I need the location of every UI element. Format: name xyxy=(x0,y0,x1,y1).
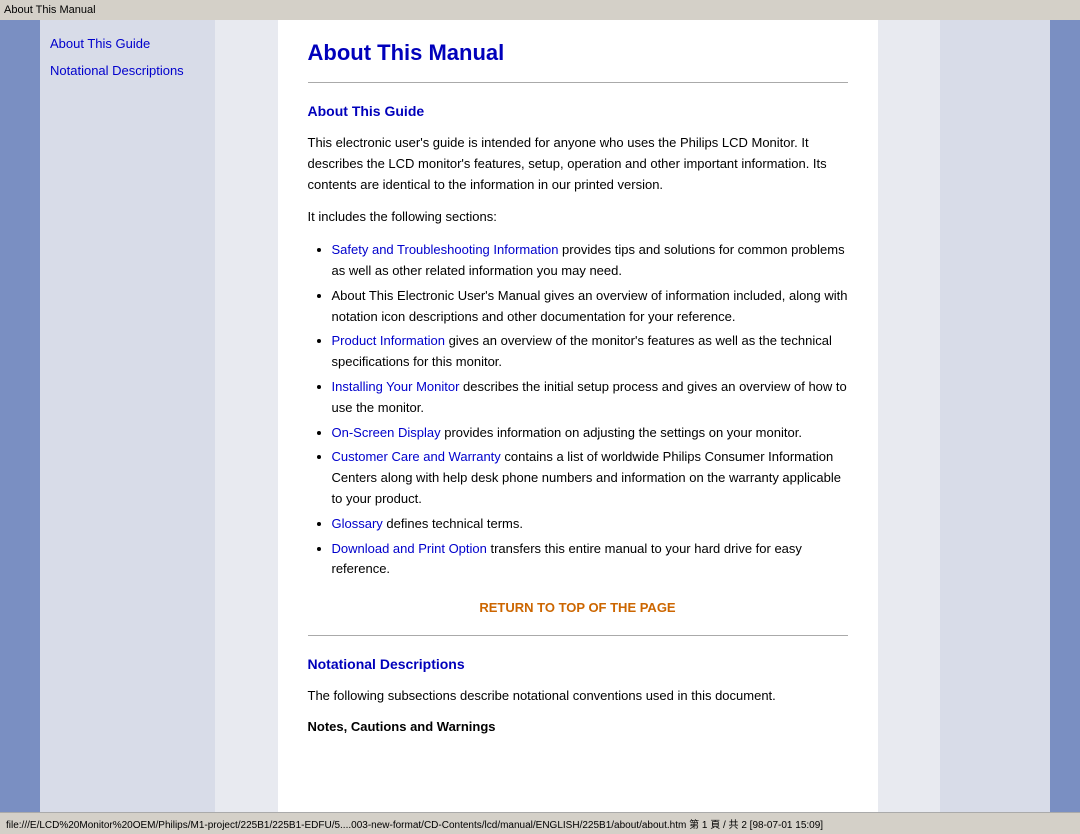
sidebar-item-notational[interactable]: Notational Descriptions xyxy=(50,63,205,78)
content-list: Safety and Troubleshooting Information p… xyxy=(308,240,848,580)
about-guide-heading: About This Guide xyxy=(308,103,848,119)
link-safety[interactable]: Safety and Troubleshooting Information xyxy=(332,242,559,257)
list-item-text-4: provides information on adjusting the se… xyxy=(441,425,802,440)
list-item: About This Electronic User's Manual give… xyxy=(332,286,848,328)
list-item: Installing Your Monitor describes the in… xyxy=(332,377,848,419)
list-item: Glossary defines technical terms. xyxy=(332,514,848,535)
list-item: Product Information gives an overview of… xyxy=(332,331,848,373)
about-guide-para2: It includes the following sections: xyxy=(308,207,848,228)
left-accent-bar xyxy=(0,20,40,812)
link-installing[interactable]: Installing Your Monitor xyxy=(332,379,460,394)
list-item: Customer Care and Warranty contains a li… xyxy=(332,447,848,509)
right-accent2-bar xyxy=(1050,20,1080,812)
bottom-divider xyxy=(308,635,848,636)
top-divider xyxy=(308,82,848,83)
sidebar: About This Guide Notational Descriptions xyxy=(40,20,215,812)
link-download-print[interactable]: Download and Print Option xyxy=(332,541,487,556)
list-item-text-6: defines technical terms. xyxy=(383,516,523,531)
about-guide-para1: This electronic user's guide is intended… xyxy=(308,133,848,195)
notational-heading: Notational Descriptions xyxy=(308,656,848,672)
list-item: Download and Print Option transfers this… xyxy=(332,539,848,581)
right-accent1-bar xyxy=(940,20,1050,812)
notational-para: The following subsections describe notat… xyxy=(308,686,848,707)
content-inner: About This Manual About This Guide This … xyxy=(278,20,878,812)
status-bar: file:///E/LCD%20Monitor%20OEM/Philips/M1… xyxy=(0,812,1080,834)
link-product[interactable]: Product Information xyxy=(332,333,445,348)
link-osd[interactable]: On-Screen Display xyxy=(332,425,441,440)
title-bar: About This Manual xyxy=(0,0,1080,20)
content-area: About This Manual About This Guide This … xyxy=(215,20,940,812)
notes-subheading: Notes, Cautions and Warnings xyxy=(308,719,848,734)
title-bar-text: About This Manual xyxy=(4,4,96,16)
main-layout: About This Guide Notational Descriptions… xyxy=(0,20,1080,812)
link-customer-care[interactable]: Customer Care and Warranty xyxy=(332,449,501,464)
list-item-text-1: About This Electronic User's Manual give… xyxy=(332,288,848,324)
list-item: On-Screen Display provides information o… xyxy=(332,423,848,444)
list-item: Safety and Troubleshooting Information p… xyxy=(332,240,848,282)
status-bar-text: file:///E/LCD%20Monitor%20OEM/Philips/M1… xyxy=(6,816,823,831)
link-glossary[interactable]: Glossary xyxy=(332,516,383,531)
sidebar-item-about-guide[interactable]: About This Guide xyxy=(50,36,205,51)
return-to-top[interactable]: RETURN TO TOP OF THE PAGE xyxy=(308,600,848,615)
page-title: About This Manual xyxy=(308,40,848,66)
